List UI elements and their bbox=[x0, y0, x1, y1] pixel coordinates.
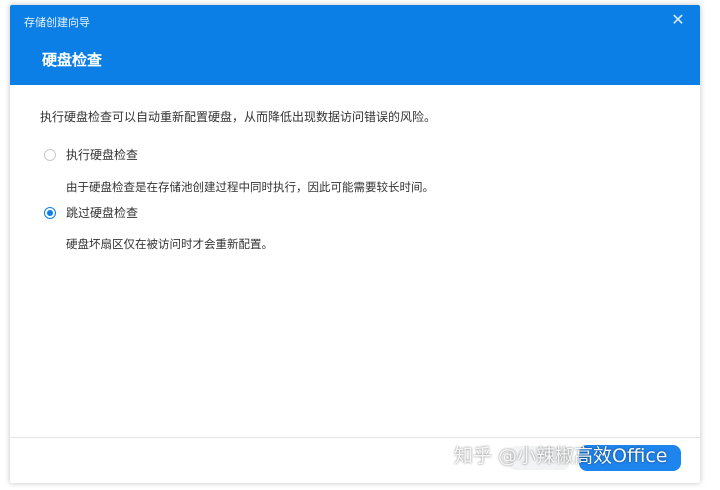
dialog-content: 执行硬盘检查可以自动重新配置硬盘，从而降低出现数据访问错误的风险。 执行硬盘检查… bbox=[40, 108, 680, 251]
option-description: 硬盘坏扇区仅在被访问时才会重新配置。 bbox=[66, 237, 273, 251]
storage-wizard-dialog: 存储创建向导 ✕ 硬盘检查 执行硬盘检查可以自动重新配置硬盘，从而降低出现数据访… bbox=[10, 5, 700, 483]
page-title: 硬盘检查 bbox=[42, 51, 103, 69]
option-description: 由于硬盘检查是在存储池创建过程中同时执行，因此可能需要较长时间。 bbox=[66, 180, 434, 194]
dialog-header: 存储创建向导 ✕ 硬盘检查 bbox=[10, 5, 700, 85]
close-icon[interactable]: ✕ bbox=[668, 10, 688, 30]
option-label: 执行硬盘检查 bbox=[66, 148, 139, 162]
window-title: 存储创建向导 bbox=[24, 16, 90, 29]
intro-text: 执行硬盘检查可以自动重新配置硬盘，从而降低出现数据访问错误的风险。 bbox=[40, 110, 437, 124]
footer-divider bbox=[10, 437, 700, 438]
radio-option-skip-check[interactable]: 跳过硬盘检查 bbox=[44, 204, 138, 221]
watermark-text: 知乎 @小辣椒高效Office bbox=[454, 445, 668, 467]
radio-button-checked[interactable] bbox=[44, 206, 56, 219]
radio-button-unchecked[interactable] bbox=[44, 148, 56, 161]
option-label: 跳过硬盘检查 bbox=[66, 206, 139, 220]
radio-option-perform-check[interactable]: 执行硬盘检查 bbox=[44, 146, 138, 163]
